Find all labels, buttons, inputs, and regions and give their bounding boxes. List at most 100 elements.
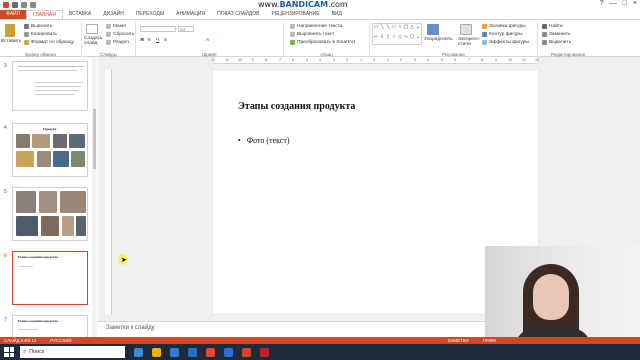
slide-count-status: СЛАЙД 6 ИЗ 11 (4, 338, 37, 343)
text-line (18, 66, 84, 67)
photo (32, 134, 50, 148)
ruler-tick-label: 3 (333, 58, 336, 62)
thumbnail-text: • Фото (текст) (18, 265, 33, 268)
more2-shapes-icon[interactable]: ⌄ (415, 34, 421, 44)
align-text-button[interactable]: Выровнять текст (290, 32, 334, 37)
edge-icon[interactable] (170, 347, 179, 357)
windows-taskbar: ⌕ Поиск (0, 344, 640, 360)
arrange-icon (427, 24, 439, 35)
powerpoint-icon[interactable] (242, 347, 251, 357)
start-button[interactable] (4, 347, 14, 357)
thumbnails-scrollbar[interactable] (92, 57, 97, 337)
thumbnail-number: 4 (4, 125, 7, 131)
text-direction-button[interactable]: Направление текста (290, 24, 342, 29)
quick-styles-button[interactable]: Экспресс-стили (458, 37, 480, 47)
thumbnail-preview: Этапы создания продукта (12, 315, 88, 337)
shapes-gallery[interactable]: ▭ ╲ ╲ □ ○ ▢ △ ⌄ ⇨ ⇩ { ☆ ◇ ∿ ⬠ ⌄ (372, 23, 422, 45)
ruler-tick-label: 5 (306, 58, 309, 62)
tab-design[interactable]: ДИЗАЙН (97, 10, 130, 19)
font-size-select[interactable]: 24 (178, 26, 194, 32)
word-icon[interactable] (224, 347, 233, 357)
notes-toggle[interactable]: ЗАМЕТКИ (448, 338, 469, 343)
search-icon: ⌕ (23, 348, 27, 355)
find-button[interactable]: Найти (542, 24, 563, 29)
task-view-icon[interactable] (134, 347, 143, 357)
arrange-button[interactable]: Упорядочить (424, 37, 453, 42)
file-explorer-icon[interactable] (152, 347, 161, 357)
shadow-button[interactable]: S (164, 38, 167, 43)
ruler-tick-label: 2 (346, 58, 349, 62)
comments-toggle[interactable]: ПРИМ (483, 338, 496, 343)
shape-outline-button[interactable]: Контур фигуры (482, 32, 523, 37)
maximize-button[interactable]: □ (623, 0, 627, 7)
tab-home[interactable]: ГЛАВНАЯ (25, 10, 63, 19)
tab-file[interactable]: ФАЙЛ (0, 10, 26, 19)
powerpoint-logo-icon (3, 2, 9, 8)
paste-button[interactable]: Вставить (1, 39, 21, 44)
scrollbar-thumb[interactable] (93, 109, 96, 169)
bandicam-watermark: www.BANDICAM.com (258, 0, 348, 9)
chrome-icon[interactable] (206, 347, 215, 357)
new-slide-button[interactable]: Создать слайд (84, 36, 104, 46)
smartart-icon (290, 40, 295, 45)
bold-button[interactable]: Ж (140, 38, 144, 43)
tab-slideshow[interactable]: ПОКАЗ СЛАЙДОВ (211, 10, 265, 19)
photo (69, 134, 85, 148)
italic-button[interactable]: К (148, 38, 151, 43)
photo (16, 134, 30, 148)
select-button[interactable]: Выделить (542, 40, 571, 45)
cut-button[interactable]: Вырезать (24, 24, 52, 29)
taskbar-search[interactable]: ⌕ Поиск (20, 346, 125, 358)
editing-group: Найти Заменить Выделить Редактирование (538, 21, 598, 57)
slides-group: Создать слайд Макет Сбросить Раздел Слай… (82, 21, 136, 57)
font-color-button[interactable]: A (206, 38, 209, 43)
tab-transitions[interactable]: ПЕРЕХОДЫ (130, 10, 170, 19)
shape-effects-button[interactable]: Эффекты фигуры (482, 40, 529, 45)
ruler-tick-label: 12 (535, 58, 540, 62)
replace-button[interactable]: Заменить (542, 32, 571, 37)
minimize-button[interactable]: — (610, 0, 617, 7)
ruler-tick-label: 0 (373, 58, 376, 62)
thumbnail-number: 6 (4, 253, 7, 259)
redo-icon[interactable] (30, 2, 36, 8)
reset-button[interactable]: Сбросить (106, 32, 134, 37)
bandicam-icon[interactable] (260, 347, 269, 357)
slide-bullet-item[interactable]: • Фото (текст) (238, 136, 290, 145)
help-button[interactable]: ? (600, 0, 604, 7)
store-icon[interactable] (188, 347, 197, 357)
tab-view[interactable]: ВИД (326, 10, 348, 19)
layout-button[interactable]: Макет (106, 24, 127, 29)
mouse-pointer-icon: ➤ (121, 257, 127, 264)
ruler-tick-label: 5 (441, 58, 444, 62)
tab-insert[interactable]: ВСТАВКА (63, 10, 97, 19)
ribbon-tabs: ФАЙЛ ГЛАВНАЯ ВСТАВКА ДИЗАЙН ПЕРЕХОДЫ АНИ… (0, 10, 640, 19)
undo-icon[interactable] (21, 2, 27, 8)
photo (39, 191, 57, 213)
text-line (35, 94, 75, 95)
ruler-tick-label: 10 (508, 58, 513, 62)
bullet-text[interactable]: Фото (текст) (247, 136, 290, 145)
slide-title[interactable]: Этапы создания продукта (238, 101, 355, 112)
text-direction-icon (290, 24, 295, 29)
copy-button[interactable]: Копировать (24, 32, 57, 37)
more-shapes-icon[interactable]: ⌄ (415, 24, 421, 34)
text-line (18, 329, 38, 330)
font-name-select[interactable] (140, 26, 176, 32)
smartart-button[interactable]: Преобразовать в SmartArt (290, 40, 355, 45)
save-icon[interactable] (12, 2, 18, 8)
close-button[interactable]: × (633, 0, 637, 7)
slide-thumbnails-pane: 3 4 Продукт 5 6 Этапы создания продукта … (0, 57, 97, 337)
shape-fill-button[interactable]: Заливка фигуры (482, 24, 526, 29)
notes-pane[interactable]: Заметки к слайду (98, 321, 485, 335)
tab-review[interactable]: РЕЦЕНЗИРОВАНИЕ (265, 10, 325, 19)
ruler-tick-label: 7 (468, 58, 471, 62)
section-button[interactable]: Раздел (106, 40, 129, 45)
thumbnail-number: 3 (4, 63, 7, 69)
format-painter-button[interactable]: Формат по образцу (24, 40, 74, 45)
tab-animation[interactable]: АНИМАЦИЯ (170, 10, 211, 19)
underline-button[interactable]: Ч (156, 38, 159, 43)
ruler-tick-label: 3 (414, 58, 417, 62)
language-status[interactable]: РУССКИЙ (50, 338, 71, 343)
thumbnail-preview (12, 187, 88, 241)
ruler-tick-label: 7 (279, 58, 282, 62)
